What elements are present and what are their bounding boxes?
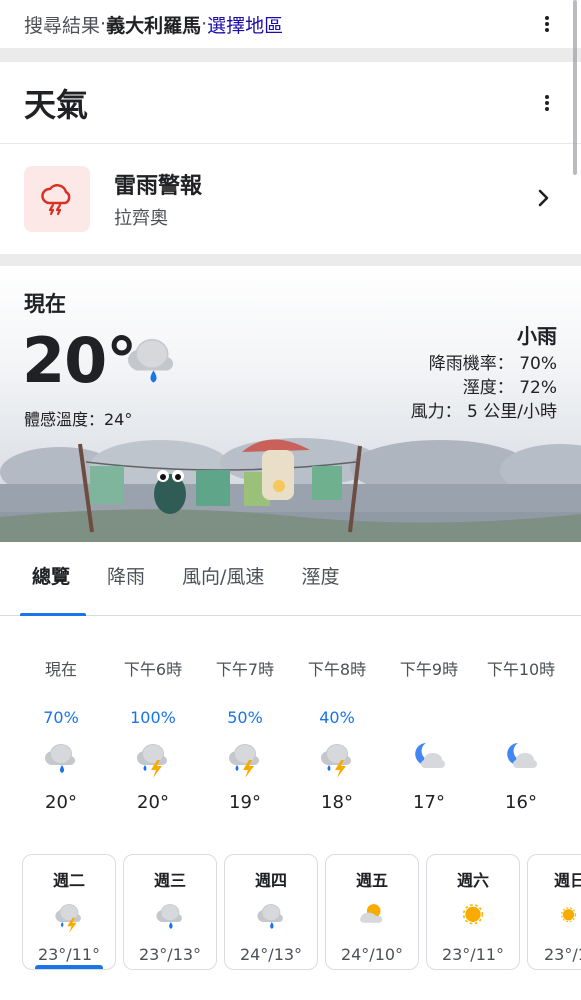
weather-tabs: 總覽 降雨 風向/風速 溼度 — [0, 542, 581, 616]
partly-sunny-icon — [360, 904, 383, 923]
hour-temp: 16° — [505, 792, 537, 813]
day-temp-range: 23°/11° — [441, 945, 505, 964]
hour-precip: 100% — [130, 708, 176, 727]
day-temp-range: 24°/13° — [239, 945, 303, 964]
tab-precipitation[interactable]: 降雨 — [97, 562, 155, 615]
day-temp-range: 23°/1 — [544, 945, 581, 964]
current-weather: 現在 20° 體感溫度：24° 小雨 降雨機率： 70% 溼度： 72% 風力：… — [0, 266, 581, 542]
selected-indicator — [35, 965, 103, 969]
hour-temp: 20° — [45, 792, 77, 813]
day-card[interactable]: 週三 23°/13° — [123, 854, 217, 970]
light-rain-icon — [254, 899, 288, 933]
hour-temp: 18° — [321, 792, 353, 813]
breadcrumb-location: 義大利羅馬 — [106, 14, 202, 37]
hour-time: 下午7時 — [215, 660, 275, 679]
sunny-icon — [462, 904, 484, 925]
sunny-icon — [561, 907, 576, 923]
thunderstorm-icon — [317, 738, 357, 778]
daily-forecast[interactable]: 週二 23°/11° 週三 23°/13° 週四 24°/13° 週五 24°/… — [0, 826, 581, 974]
divider — [0, 254, 581, 266]
current-stats: 小雨 降雨機率： 70% 溼度： 72% 風力： 5 公里/小時 — [411, 324, 557, 424]
day-name: 週日 — [554, 871, 581, 890]
tab-wind[interactable]: 風向/風速 — [172, 562, 274, 615]
more-options-icon[interactable] — [537, 89, 557, 117]
hour-time: 下午6時 — [123, 660, 183, 679]
day-temp-range: 24°/10° — [340, 945, 404, 964]
hour-temp: 20° — [137, 792, 169, 813]
night-cloudy-icon — [507, 743, 537, 768]
day-temp-range: 23°/13° — [138, 945, 202, 964]
chevron-right-icon[interactable] — [537, 188, 551, 208]
light-rain-icon — [153, 899, 187, 933]
day-name: 週五 — [355, 871, 388, 890]
thunderstorm-icon — [225, 738, 265, 778]
day-card[interactable]: 週二 23°/11° — [22, 854, 116, 970]
precip-chance: 降雨機率： 70% — [428, 354, 557, 374]
hour-precip: 40% — [319, 708, 355, 727]
hour-time: 下午9時 — [399, 660, 459, 679]
thunderstorm-alert[interactable]: 雷雨警報 拉齊奧 — [0, 144, 581, 254]
card-title: 天氣 — [24, 85, 89, 124]
humidity: 溼度： 72% — [462, 378, 557, 398]
light-rain-icon — [41, 738, 81, 778]
day-card[interactable]: 週六 23°/11° — [426, 854, 520, 970]
thunderstorm-icon — [52, 899, 86, 933]
hour-precip: 70% — [43, 708, 79, 727]
day-name: 週三 — [153, 871, 186, 890]
tab-overview[interactable]: 總覽 — [19, 562, 87, 616]
hour-time: 下 — [567, 656, 581, 680]
day-temp-range: 23°/11° — [37, 945, 101, 964]
light-rain-icon — [122, 330, 182, 390]
hour-time: 現在 — [44, 660, 77, 679]
more-options-icon[interactable] — [537, 10, 557, 38]
hourly-forecast[interactable]: 現在 70% 20° 下午6時 100% 20° 下午7時 50% 19° 下午… — [0, 616, 581, 826]
current-temperature: 20° — [22, 324, 137, 397]
condition-label: 小雨 — [517, 324, 557, 348]
weather-card-header: 天氣 — [0, 62, 581, 144]
rainy-scene-illustration — [0, 438, 581, 542]
day-name: 週二 — [52, 871, 85, 890]
divider — [0, 48, 581, 62]
feels-like: 體感溫度：24° — [24, 410, 133, 429]
hour-temp: 17° — [413, 792, 445, 813]
wind-speed: 風力： 5 公里/小時 — [410, 402, 557, 422]
day-card[interactable]: 週五 24°/10° — [325, 854, 419, 970]
day-name: 週六 — [456, 871, 489, 890]
thunderstorm-icon — [133, 738, 173, 778]
day-card[interactable]: 週四 24°/13° — [224, 854, 318, 970]
hour-time: 下午10時 — [486, 660, 556, 679]
choose-region-link[interactable]: 選擇地區 — [207, 11, 283, 38]
hour-time: 下午8時 — [307, 660, 367, 679]
hour-temp: 19° — [229, 792, 261, 813]
breadcrumb: 搜尋結果 · 義大利羅馬 · 選擇地區 — [0, 0, 581, 48]
alert-title: 雷雨警報 — [114, 174, 203, 199]
day-card[interactable]: 週日 23°/1 — [527, 854, 581, 970]
tab-humidity[interactable]: 溼度 — [291, 562, 349, 615]
hour-precip: 50% — [227, 708, 263, 727]
now-label: 現在 — [24, 292, 66, 316]
storm-alert-icon — [24, 166, 90, 232]
day-name: 週四 — [254, 871, 287, 890]
night-cloudy-icon — [415, 743, 445, 768]
page-scrollbar[interactable] — [573, 0, 577, 175]
alert-region: 拉齊奧 — [114, 208, 168, 229]
breadcrumb-results: 搜尋結果 — [24, 14, 101, 37]
